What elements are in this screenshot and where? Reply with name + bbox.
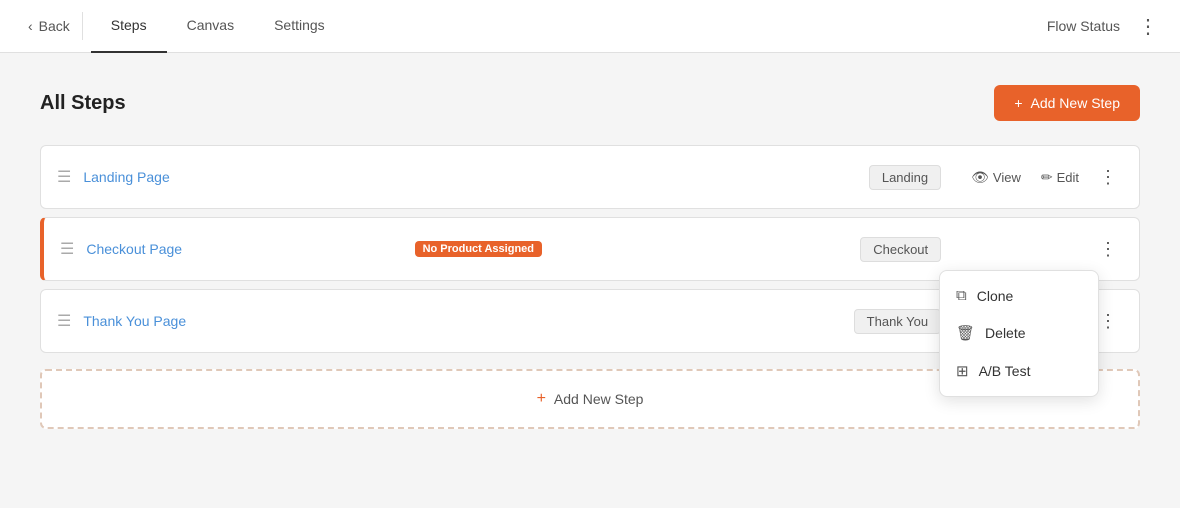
- flow-status-label: Flow Status: [1047, 18, 1120, 34]
- add-new-step-button[interactable]: + Add New Step: [994, 85, 1140, 121]
- drag-handle-landing[interactable]: ☰: [57, 167, 71, 187]
- clone-label: Clone: [977, 288, 1014, 304]
- delete-label: Delete: [985, 325, 1025, 341]
- more-button-landing[interactable]: ⋮: [1093, 163, 1123, 192]
- edit-button-landing[interactable]: ✏ Edit: [1035, 165, 1085, 190]
- main-content: All Steps + Add New Step ☰ Landing Page …: [0, 53, 1180, 508]
- header-more-button[interactable]: ⋮: [1132, 10, 1164, 43]
- drag-handle-thankyou[interactable]: ☰: [57, 311, 71, 331]
- header: ‹ Back Steps Canvas Settings Flow Status…: [0, 0, 1180, 53]
- step-type-thankyou: Thank You: [854, 309, 941, 334]
- abtest-label: A/B Test: [979, 363, 1031, 379]
- step-name-thankyou[interactable]: Thank You Page: [83, 313, 853, 329]
- add-btn-label: Add New Step: [1031, 95, 1121, 111]
- edit-label: Edit: [1057, 170, 1079, 185]
- view-label: View: [993, 170, 1021, 185]
- step-actions-checkout: 👁 View ✏ Edit ⋮: [965, 235, 1123, 264]
- header-right: Flow Status ⋮: [1047, 10, 1164, 43]
- tab-canvas[interactable]: Canvas: [167, 0, 254, 53]
- tab-settings[interactable]: Settings: [254, 0, 345, 53]
- abtest-icon: ⊞: [956, 362, 969, 380]
- step-type-landing: Landing: [869, 165, 941, 190]
- step-name-landing[interactable]: Landing Page: [83, 169, 869, 185]
- plus-icon: +: [1014, 95, 1022, 111]
- footer-plus-icon: +: [537, 390, 546, 408]
- back-arrow-icon: ‹: [28, 18, 33, 34]
- dropdown-menu: ⧉ Clone 🗑 Delete ⊞ A/B Test: [939, 270, 1099, 397]
- dropdown-item-abtest[interactable]: ⊞ A/B Test: [940, 352, 1098, 390]
- warning-badge-checkout: No Product Assigned: [415, 241, 542, 257]
- section-header: All Steps + Add New Step: [40, 85, 1140, 121]
- steps-list: ☰ Landing Page Landing 👁 View ✏ Edit ⋮ ☰…: [40, 145, 1140, 361]
- step-type-checkout: Checkout: [860, 237, 941, 262]
- dropdown-item-clone[interactable]: ⧉ Clone: [940, 277, 1098, 314]
- nav-tabs: Steps Canvas Settings: [91, 0, 1047, 53]
- step-actions-landing: 👁 View ✏ Edit ⋮: [965, 163, 1123, 192]
- add-step-footer-label: Add New Step: [554, 391, 644, 407]
- delete-icon: 🗑: [956, 324, 975, 342]
- eye-icon: 👁: [971, 169, 989, 186]
- back-label: Back: [39, 18, 70, 34]
- clone-icon: ⧉: [956, 287, 967, 304]
- pencil-icon: ✏: [1041, 169, 1053, 186]
- header-more-icon: ⋮: [1138, 16, 1158, 38]
- more-button-checkout[interactable]: ⋮: [1093, 235, 1123, 264]
- drag-handle-checkout[interactable]: ☰: [60, 239, 74, 259]
- view-button-landing[interactable]: 👁 View: [965, 165, 1027, 190]
- step-row-landing: ☰ Landing Page Landing 👁 View ✏ Edit ⋮: [40, 145, 1140, 209]
- section-title: All Steps: [40, 92, 126, 115]
- step-name-checkout[interactable]: Checkout Page: [86, 241, 404, 257]
- tab-steps[interactable]: Steps: [91, 0, 167, 53]
- back-button[interactable]: ‹ Back: [16, 12, 83, 40]
- step-row-checkout: ☰ Checkout Page No Product Assigned Chec…: [40, 217, 1140, 281]
- dropdown-item-delete[interactable]: 🗑 Delete: [940, 314, 1098, 352]
